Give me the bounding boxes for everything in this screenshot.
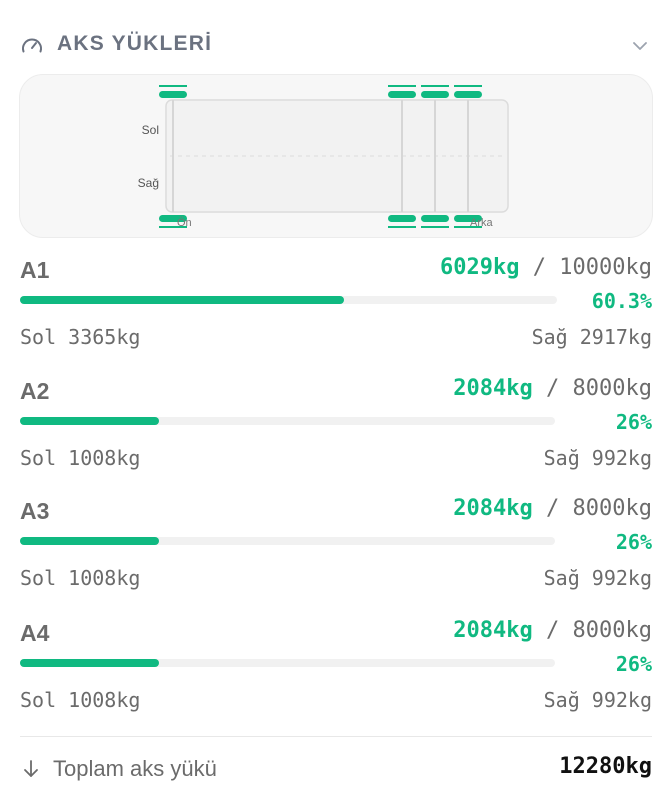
axle-row-a1: A1 6029kg / 10000kg 60.3% Sol 3365kg Sağ… (20, 255, 652, 365)
load-percent: 26% (615, 410, 652, 434)
total-label: Toplam aks yükü (53, 756, 217, 781)
load-progress-track (20, 537, 555, 545)
axle-limit: 8000kg (572, 496, 652, 521)
row-label-right: Sağ (138, 176, 159, 190)
axle-load: 2084kg / 8000kg (453, 376, 652, 401)
axle-row-a4: A4 2084kg / 8000kg 26% Sol 1008kg Sağ 99… (20, 618, 652, 728)
axle-current-load: 2084kg (453, 376, 533, 401)
axle-limit: 8000kg (572, 618, 652, 643)
wheel-a4-left (454, 85, 482, 98)
row-label-left: Sol (142, 123, 159, 137)
load-progress-fill (20, 537, 160, 545)
axle-load: 2084kg / 8000kg (453, 618, 652, 643)
axle-limit: 10000kg (559, 255, 652, 280)
load-progress-fill (20, 659, 160, 667)
axle-name: A2 (20, 378, 50, 404)
axle-current-load: 2084kg (453, 496, 533, 521)
section-title: AKS YÜKLERİ (57, 32, 213, 55)
right-wheel-load: Sağ 992kg (543, 566, 652, 590)
load-progress-fill (20, 417, 160, 425)
axle-name: A3 (20, 498, 50, 524)
wheel-a3-left (421, 85, 449, 98)
load-percent: 26% (615, 652, 652, 676)
wheel-a2-right (388, 215, 416, 228)
axle-name: A4 (20, 620, 50, 646)
axle-current-load: 2084kg (453, 618, 533, 643)
load-percent: 26% (615, 530, 652, 554)
left-wheel-load: Sol 1008kg (20, 566, 141, 590)
axle-load: 2084kg / 8000kg (453, 496, 652, 521)
load-progress-track (20, 296, 557, 304)
axle-name: A1 (20, 257, 50, 283)
left-wheel-load: Sol 3365kg (20, 325, 141, 349)
load-separator: / (546, 618, 560, 643)
right-wheel-load: Sağ 2917kg (531, 325, 652, 349)
total-axle-load-row: Toplam aks yükü 12280kg (20, 752, 652, 786)
left-wheel-load: Sol 1008kg (20, 446, 141, 470)
left-wheel-load: Sol 1008kg (20, 688, 141, 712)
axle-row-a3: A3 2084kg / 8000kg 26% Sol 1008kg Sağ 99… (20, 496, 652, 606)
wheel-a2-left (388, 85, 416, 98)
front-label: Ön (177, 217, 192, 229)
right-wheel-load: Sağ 992kg (543, 688, 652, 712)
gauge-icon (20, 34, 44, 58)
load-separator: / (546, 376, 560, 401)
load-separator: / (546, 496, 560, 521)
rear-label: Arka (470, 217, 494, 229)
arrow-down-icon (20, 758, 42, 780)
wheel-a1-left (159, 85, 187, 98)
axle-current-load: 6029kg (440, 255, 520, 280)
load-progress-track (20, 417, 555, 425)
divider (20, 736, 652, 737)
load-separator: / (532, 255, 547, 280)
section-header[interactable]: AKS YÜKLERİ (20, 28, 652, 60)
wheel-a3-right (421, 215, 449, 228)
total-value: 12280kg (559, 754, 652, 779)
load-percent: 60.3% (591, 289, 652, 313)
axle-load: 6029kg / 10000kg (440, 255, 652, 280)
right-wheel-load: Sağ 992kg (543, 446, 652, 470)
axle-row-a2: A2 2084kg / 8000kg 26% Sol 1008kg Sağ 99… (20, 376, 652, 486)
load-progress-track (20, 659, 555, 667)
axle-diagram: Sol Sağ Ön Arka (19, 74, 653, 238)
load-progress-fill (20, 296, 344, 304)
chevron-down-icon[interactable] (628, 34, 652, 58)
axle-limit: 8000kg (572, 376, 652, 401)
vehicle-body (165, 99, 509, 213)
